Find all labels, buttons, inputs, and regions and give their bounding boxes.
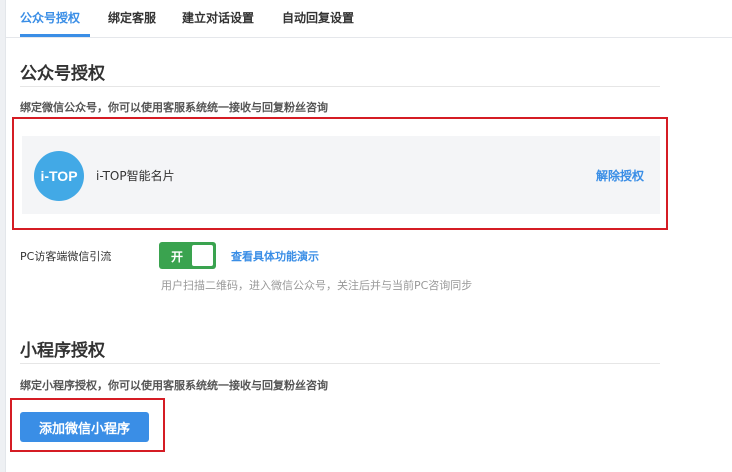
active-tab-indicator [20, 34, 90, 37]
view-demo-link[interactable]: 查看具体功能演示 [231, 248, 319, 264]
section-divider [20, 86, 660, 87]
pc-redirect-hint: 用户扫描二维码，进入微信公众号，关注后并与当前PC咨询同步 [161, 279, 473, 292]
tab-auto-reply-settings[interactable]: 自动回复设置 [282, 0, 354, 37]
account-logo-text: i-TOP [40, 168, 77, 184]
mini-program-description: 绑定小程序授权，你可以使用客服系统统一接收与回复粉丝咨询 [20, 379, 328, 392]
toggle-knob [192, 245, 213, 266]
official-account-description: 绑定微信公众号，你可以使用客服系统统一接收与回复粉丝咨询 [20, 101, 328, 114]
authorized-account-card: i-TOP i-TOP智能名片 解除授权 [22, 136, 660, 214]
tab-official-account-auth[interactable]: 公众号授权 [20, 0, 80, 37]
mini-program-section-title: 小程序授权 [20, 341, 105, 361]
left-panel-edge [0, 0, 6, 472]
section-divider [20, 363, 660, 364]
tab-bind-customer-service[interactable]: 绑定客服 [108, 0, 156, 37]
pc-wechat-redirect-toggle[interactable]: 开 [159, 242, 216, 269]
official-account-section-title: 公众号授权 [20, 64, 105, 84]
tab-bar: 公众号授权 绑定客服 建立对话设置 自动回复设置 [6, 0, 732, 38]
account-name: i-TOP智能名片 [96, 169, 175, 183]
pc-wechat-redirect-label: PC访客端微信引流 [20, 250, 112, 263]
account-logo: i-TOP [34, 151, 84, 201]
toggle-on-label: 开 [171, 250, 184, 264]
unbind-authorization-link[interactable]: 解除授权 [596, 167, 644, 184]
tab-conversation-settings[interactable]: 建立对话设置 [182, 0, 254, 37]
add-mini-program-button[interactable]: 添加微信小程序 [20, 412, 149, 442]
